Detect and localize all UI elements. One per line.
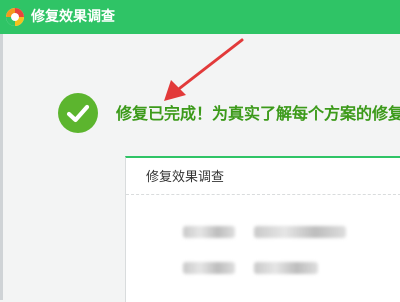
survey-panel: 修复效果调查 bbox=[125, 156, 400, 302]
blurred-text bbox=[183, 262, 235, 274]
panel-divider bbox=[126, 194, 400, 195]
blurred-text bbox=[183, 226, 235, 238]
blurred-text bbox=[254, 262, 318, 274]
blurred-text bbox=[254, 226, 346, 238]
survey-panel-title: 修复效果调查 bbox=[146, 170, 225, 185]
